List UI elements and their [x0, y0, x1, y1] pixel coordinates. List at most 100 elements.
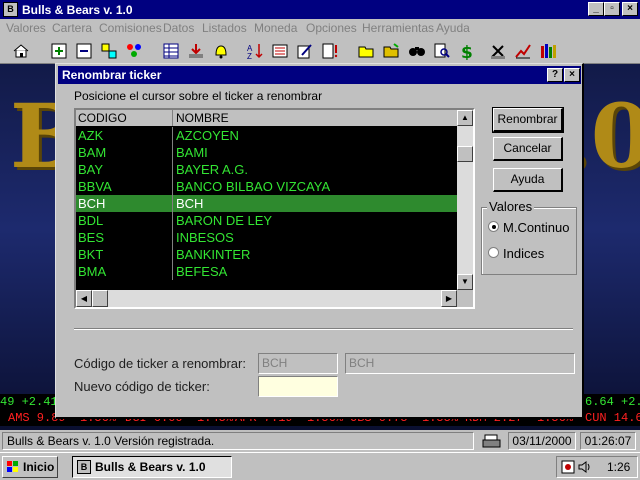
row-code: BES [78, 230, 105, 245]
search-icon[interactable] [408, 42, 426, 60]
app-title-bar[interactable]: B Bulls & Bears v. 1.0 _ ▫ × [0, 0, 640, 19]
minimize-button[interactable]: _ [588, 2, 604, 16]
menu-ayuda[interactable]: Ayuda [436, 21, 470, 35]
table-row[interactable]: BBVA BANCO BILBAO VIZCAYA [76, 178, 457, 195]
toolbar: AZ $ [0, 38, 640, 64]
taskbar: Inicio B Bulls & Bears v. 1.0 1:26 [0, 452, 640, 480]
tools-icon[interactable] [489, 42, 507, 60]
menu-herramientas[interactable]: Herramientas [362, 21, 434, 35]
dialog-title-bar[interactable]: Renombrar ticker ? × [58, 66, 581, 84]
rename-button[interactable]: Renombrar [492, 107, 564, 133]
start-button[interactable]: Inicio [2, 456, 58, 478]
currency-icon[interactable]: $ [458, 42, 476, 63]
app-icon[interactable]: B [3, 2, 18, 17]
menu-listados[interactable]: Listados [202, 21, 247, 35]
svg-text:Z: Z [247, 52, 252, 60]
printer-icon[interactable] [482, 433, 502, 449]
row-name: INBESOS [176, 230, 234, 245]
app-title: Bulls & Bears v. 1.0 [22, 3, 133, 17]
radio-indices-label[interactable]: Indices [503, 246, 544, 261]
folder-open-icon[interactable] [358, 42, 376, 60]
ticker-name-field: BCH [345, 353, 575, 374]
menu-comisiones[interactable]: Comisiones [99, 21, 162, 35]
ticker-grid[interactable]: CODIGO NOMBRE AZK AZCOYEN BAM BAMI BAY BAYER … [74, 108, 475, 309]
close-button[interactable]: × [622, 2, 638, 16]
scroll-right-button[interactable]: ▶ [441, 290, 457, 307]
table-row[interactable]: AZK AZCOYEN [76, 127, 457, 144]
dialog-close-button[interactable]: × [564, 68, 580, 82]
table-icon[interactable] [162, 42, 180, 60]
row-name: BEFESA [176, 264, 228, 279]
radio-mcontinuo-label[interactable]: M.Continuo [503, 220, 569, 235]
bell-icon[interactable] [212, 42, 230, 60]
split-icon[interactable] [100, 42, 118, 60]
folder-icon[interactable] [383, 42, 401, 60]
task-button-bulls-bears[interactable]: B Bulls & Bears v. 1.0 [72, 456, 232, 478]
row-code: AZK [78, 128, 104, 143]
row-name: BCH [176, 196, 204, 211]
menu-datos[interactable]: Datos [163, 21, 194, 35]
table-row[interactable]: BMA BEFESA [76, 263, 457, 280]
svg-text:$: $ [461, 43, 473, 60]
radio-indices[interactable] [488, 247, 499, 258]
new-code-input[interactable] [258, 376, 338, 397]
table-row[interactable]: BDL BARON DE LEY [76, 212, 457, 229]
row-code: BCH [78, 196, 106, 211]
cancel-button[interactable]: Cancelar [493, 137, 563, 161]
download-icon[interactable] [187, 42, 205, 60]
speaker-icon[interactable] [577, 460, 591, 474]
add-icon[interactable] [50, 42, 68, 60]
ticker-code-label: Código de ticker a renombrar: [74, 356, 246, 371]
horizontal-scrollbar[interactable]: ◀ ▶ [76, 290, 457, 307]
scroll-left-button[interactable]: ◀ [76, 290, 92, 307]
table-row[interactable]: BCH BCH [76, 195, 457, 212]
help-button[interactable]: Ayuda [493, 168, 563, 192]
start-label: Inicio [23, 460, 55, 474]
group-icon[interactable] [125, 42, 143, 60]
status-date: 03/11/2000 [508, 432, 576, 450]
menu-bar: Valores Cartera Comisiones Datos Listado… [0, 19, 640, 38]
scroll-up-button[interactable]: ▲ [457, 110, 473, 126]
windows-logo-icon [7, 461, 19, 473]
row-name: BANKINTER [176, 247, 251, 262]
menu-opciones[interactable]: Opciones [306, 21, 357, 35]
radio-mcontinuo[interactable] [488, 221, 499, 232]
rename-ticker-dialog: Renombrar ticker ? × Posicione el cursor… [55, 63, 584, 419]
status-message: Bulls & Bears v. 1.0 Versión registrada. [2, 432, 474, 450]
table-row[interactable]: BKT BANKINTER [76, 246, 457, 263]
vertical-scrollbar[interactable]: ▲ ▼ [457, 110, 473, 290]
scroll-thumb[interactable] [457, 146, 473, 162]
table-row[interactable]: BES INBESOS [76, 229, 457, 246]
zoom-doc-icon[interactable] [433, 42, 451, 60]
status-bar: Bulls & Bears v. 1.0 Versión registrada.… [0, 430, 640, 452]
row-name: BANCO BILBAO VIZCAYA [176, 179, 331, 194]
tray-schedule-icon[interactable] [561, 460, 575, 474]
instruction-text: Posicione el cursor sobre el ticker a re… [74, 89, 323, 103]
dialog-separator [74, 328, 573, 330]
restore-button[interactable]: ▫ [604, 2, 620, 16]
column-header-code[interactable]: CODIGO [78, 111, 127, 125]
groupbox-label: Valores [487, 199, 535, 214]
scroll-down-button[interactable]: ▼ [457, 274, 473, 290]
home-icon[interactable] [12, 42, 30, 60]
status-time: 01:26:07 [580, 432, 636, 450]
sort-icon[interactable]: AZ [246, 42, 264, 61]
help-question-button[interactable]: ? [547, 68, 563, 82]
list-icon[interactable] [271, 42, 289, 60]
books-icon[interactable] [539, 42, 557, 60]
remove-icon[interactable] [75, 42, 93, 60]
table-row[interactable]: BAY BAYER A.G. [76, 161, 457, 178]
task-label: Bulls & Bears v. 1.0 [95, 460, 206, 474]
hscroll-thumb[interactable] [92, 290, 108, 307]
chart-icon[interactable] [514, 42, 532, 60]
menu-valores[interactable]: Valores [6, 21, 46, 35]
table-row[interactable]: BAM BAMI [76, 144, 457, 161]
grid-header: CODIGO NOMBRE [76, 110, 457, 126]
row-name: AZCOYEN [176, 128, 239, 143]
column-header-name[interactable]: NOMBRE [176, 111, 229, 125]
menu-cartera[interactable]: Cartera [52, 21, 92, 35]
menu-moneda[interactable]: Moneda [254, 21, 297, 35]
row-code: BKT [78, 247, 104, 262]
alert-doc-icon[interactable] [321, 42, 339, 60]
edit-icon[interactable] [296, 42, 314, 60]
